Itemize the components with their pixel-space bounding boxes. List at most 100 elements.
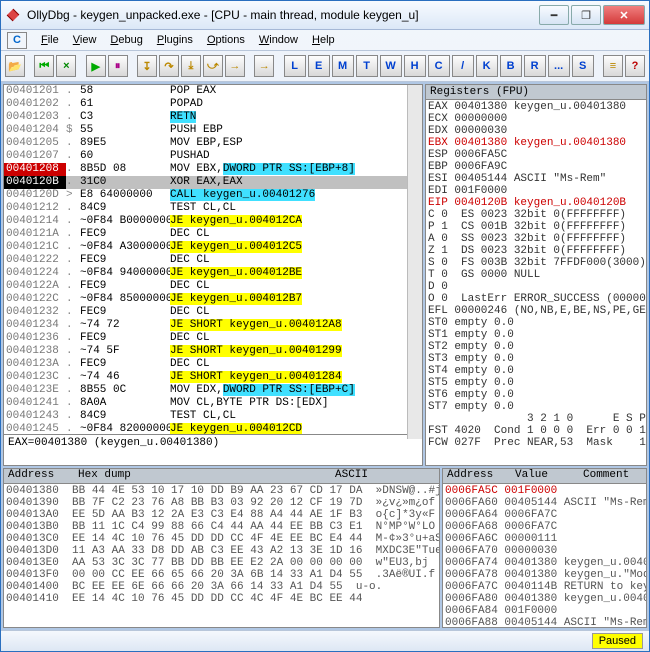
stack-row[interactable]: 0006FA70 00000030 [445,545,644,557]
disasm-row[interactable]: 00401236.FEC9DEC CL [4,332,422,345]
register-line[interactable]: FST 4020 Cond 1 0 0 0 Err 0 0 1 0 0 0 0 [428,425,644,437]
register-line[interactable]: D 0 [428,281,644,293]
register-line[interactable]: ST6 empty 0.0 [428,389,644,401]
disasm-row[interactable]: 00401234.~74 72JE SHORT keygen_u.004012A… [4,319,422,332]
scrollbar[interactable] [407,85,422,439]
toolbar-k-button[interactable]: K [476,55,498,77]
register-line[interactable]: 3 2 1 0 E S P U O Z D [428,413,644,425]
stack-row[interactable]: 0006FA5C 001F0000 [445,485,644,497]
help2-icon[interactable]: ? [625,55,645,77]
toolbar-t-button[interactable]: T [356,55,378,77]
menu-view[interactable]: View [73,34,97,46]
step-into-icon[interactable]: ↧ [137,55,157,77]
disasm-row[interactable]: 00401214.~0F84 B0000000JE keygen_u.00401… [4,215,422,228]
toolbar-h-button[interactable]: H [404,55,426,77]
disasm-row[interactable]: 00401207.60PUSHAD [4,150,422,163]
disasm-row[interactable]: 00401204$55PUSH EBP [4,124,422,137]
stack-row[interactable]: 0006FA80 00401380 keygen_u.0040 [445,593,644,605]
disasm-row[interactable]: 00401245.~0F84 82000000JE keygen_u.00401… [4,423,422,434]
stack-row[interactable]: 0006FA78 00401380 keygen_u."Mode [445,569,644,581]
register-line[interactable]: ECX 00000000 [428,113,644,125]
open-icon[interactable]: 📂 [5,55,25,77]
hex-row[interactable]: 00401380 BB 44 4E 53 10 17 10 DD B9 AA 2… [6,485,437,497]
register-line[interactable]: EDI 001F0000 [428,185,644,197]
menu-debug[interactable]: Debug [110,34,142,46]
rewind-icon[interactable]: ⏮ [34,55,54,77]
hex-row[interactable]: 00401390 BB 7F C2 23 76 A8 BB B3 03 92 2… [6,497,437,509]
minimize-button[interactable]: ━ [539,5,569,25]
help1-icon[interactable]: ≡ [603,55,623,77]
disasm-row[interactable]: 00401208.8B5D 08MOV EBX,DWORD PTR SS:[EB… [4,163,422,176]
hex-row[interactable]: 00401400 BC EE EE 6E 66 66 20 3A 66 14 3… [6,581,437,593]
menu-file[interactable]: File [41,34,59,46]
disasm-row[interactable]: 0040122A.FEC9DEC CL [4,280,422,293]
disasm-row[interactable]: 0040120D>E8 64000000CALL keygen_u.004012… [4,189,422,202]
close-button[interactable]: ✕ [603,5,645,25]
stack-row[interactable]: 0006FA88 00405144 ASCII "Ms-Rem [445,617,644,628]
stack-panel[interactable]: Address Value Comment 0006FA5C 001F0000 … [442,468,647,628]
stack-row[interactable]: 0006FA84 001F0000 [445,605,644,617]
register-line[interactable]: O 0 LastErr ERROR_SUCCESS (00000000) [428,293,644,305]
disasm-row[interactable]: 0040123C.~74 46JE SHORT keygen_u.0040128… [4,371,422,384]
disasm-row[interactable]: 00401241.8A0AMOV CL,BYTE PTR DS:[EDX] [4,397,422,410]
disasm-row[interactable]: 00401212.84C9TEST CL,CL [4,202,422,215]
toolbar-m-button[interactable]: M [332,55,354,77]
hex-row[interactable]: 004013E0 AA 53 3C 3C 77 BB DD BB EE E2 2… [6,557,437,569]
stack-row[interactable]: 0006FA6C 00000111 [445,533,644,545]
toolbar-r-button[interactable]: R [524,55,546,77]
register-line[interactable]: ST4 empty 0.0 [428,365,644,377]
disasm-row[interactable]: 00401232.FEC9DEC CL [4,306,422,319]
register-line[interactable]: C 0 ES 0023 32bit 0(FFFFFFFF) [428,209,644,221]
register-line[interactable]: ST1 empty 0.0 [428,329,644,341]
disasm-row[interactable]: 00401201.58POP EAX [4,85,422,98]
goto-icon[interactable]: → [254,55,274,77]
menu-window[interactable]: Window [259,34,298,46]
disasm-row[interactable]: 0040123E.8B55 0CMOV EDX,DWORD PTR SS:[EB… [4,384,422,397]
execute-till-icon[interactable]: → [225,55,245,77]
disasm-row[interactable]: 00401224.~0F84 94000000JE keygen_u.00401… [4,267,422,280]
hex-row[interactable]: 004013F0 00 00 CC EE 66 65 66 20 3A 6B 1… [6,569,437,581]
disasm-row[interactable]: 0040121A.FEC9DEC CL [4,228,422,241]
play-icon[interactable]: ▶ [86,55,106,77]
hex-row[interactable]: 004013D0 11 A3 AA 33 D8 DD AB C3 EE 43 A… [6,545,437,557]
register-line[interactable]: EFL 00000246 (NO,NB,E,BE,NS,PE,GE,LE) [428,305,644,317]
disasm-row[interactable]: 0040123A.FEC9DEC CL [4,358,422,371]
register-line[interactable]: ST5 empty 0.0 [428,377,644,389]
menu-help[interactable]: Help [312,34,335,46]
register-line[interactable]: EDX 00000030 [428,125,644,137]
register-line[interactable]: ST2 empty 0.0 [428,341,644,353]
stack-row[interactable]: 0006FA7C 0040114B RETURN to key [445,581,644,593]
register-line[interactable]: ESI 00405144 ASCII "Ms-Rem" [428,173,644,185]
disasm-row[interactable]: 00401205.89E5MOV EBP,ESP [4,137,422,150]
registers-panel[interactable]: Registers (FPU) EAX 00401380 keygen_u.00… [425,84,647,466]
hex-row[interactable]: 00401410 EE 14 4C 10 76 45 DD DD CC 4C 4… [6,593,437,605]
register-line[interactable]: EBP 0006FA9C [428,161,644,173]
toolbar-w-button[interactable]: W [380,55,402,77]
disasm-row[interactable]: 00401238.~74 5FJE SHORT keygen_u.0040129… [4,345,422,358]
hex-row[interactable]: 004013C0 EE 14 4C 10 76 45 DD DD CC 4F 4… [6,533,437,545]
disasm-row[interactable]: 00401202.61POPAD [4,98,422,111]
register-line[interactable]: ESP 0006FA5C [428,149,644,161]
titlebar[interactable]: OllyDbg - keygen_unpacked.exe - [CPU - m… [1,1,649,30]
register-line[interactable]: EIP 0040120B keygen_u.0040120B [428,197,644,209]
register-line[interactable]: Z 1 DS 0023 32bit 0(FFFFFFFF) [428,245,644,257]
hex-row[interactable]: 004013B0 BB 11 1C C4 99 88 66 C4 44 AA 4… [6,521,437,533]
disasm-row[interactable]: 00401203.C3RETN [4,111,422,124]
menu-options[interactable]: Options [207,34,245,46]
disasm-row[interactable]: 0040120B.31C0XOR EAX,EAX [4,176,422,189]
toolbar-b-button[interactable]: B [500,55,522,77]
toolbar-l-button[interactable]: L [284,55,306,77]
disasm-row[interactable]: 00401243.84C9TEST CL,CL [4,410,422,423]
register-line[interactable]: FCW 027F Prec NEAR,53 Mask 1 1 1 1 1 [428,437,644,449]
register-line[interactable]: ST3 empty 0.0 [428,353,644,365]
disasm-row[interactable]: 00401222.FEC9DEC CL [4,254,422,267]
register-line[interactable]: S 0 FS 003B 32bit 7FFDF000(3000) [428,257,644,269]
register-line[interactable]: A 0 SS 0023 32bit 0(FFFFFFFF) [428,233,644,245]
hex-row[interactable]: 004013A0 EE 5D AA B3 12 2A E3 C3 E4 88 A… [6,509,437,521]
stack-row[interactable]: 0006FA64 0006FA7C [445,509,644,521]
disasm-row[interactable]: 0040121C.~0F84 A3000000JE keygen_u.00401… [4,241,422,254]
register-line[interactable]: P 1 CS 001B 32bit 0(FFFFFFFF) [428,221,644,233]
register-line[interactable]: EAX 00401380 keygen_u.00401380 [428,101,644,113]
stack-row[interactable]: 0006FA74 00401380 keygen_u.0040 [445,557,644,569]
pause-icon[interactable]: ⏸ [108,55,128,77]
